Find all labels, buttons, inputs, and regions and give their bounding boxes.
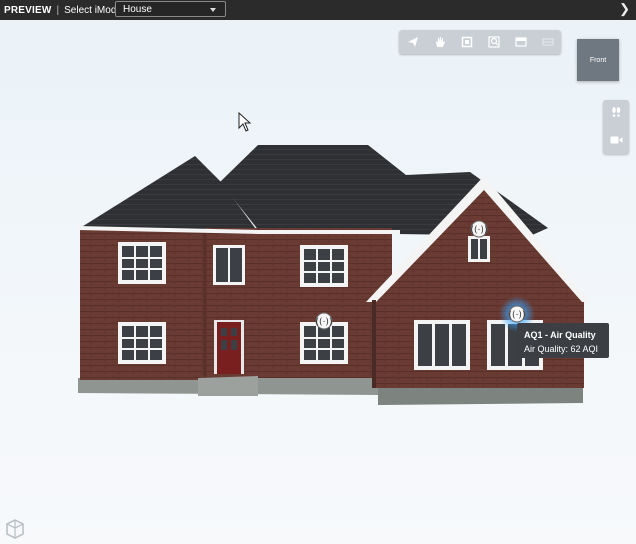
tooltip-value: Air Quality: 62 AQI: [524, 344, 599, 354]
mouse-cursor-icon: [238, 112, 252, 132]
view-cube-face-label: Front: [589, 56, 607, 64]
select-arrow-icon[interactable]: [404, 33, 422, 51]
separator: |: [56, 4, 60, 16]
imodel-select-value: House: [123, 3, 152, 15]
sensor-marker-gable[interactable]: [470, 220, 488, 238]
chevron-down-icon: [210, 8, 216, 12]
view-cube[interactable]: Front: [577, 39, 619, 81]
camera-icon[interactable]: [610, 132, 623, 150]
sensor-marker-center[interactable]: [315, 312, 333, 330]
section-icon[interactable]: [512, 33, 530, 51]
imodel-logo-icon: [6, 519, 24, 539]
fit-view-icon[interactable]: [458, 33, 476, 51]
top-bar: PREVIEW | Select iModel: House ❯: [0, 0, 636, 20]
measure-icon[interactable]: [539, 33, 557, 51]
navigation-toolbar: [399, 30, 561, 54]
imodel-select[interactable]: House: [115, 1, 226, 17]
preview-label: PREVIEW: [4, 4, 52, 16]
tooltip-title: AQ1 - Air Quality: [524, 330, 596, 340]
pan-hand-icon[interactable]: [431, 33, 449, 51]
walk-icon[interactable]: [610, 105, 622, 123]
sensor-tooltip: AQ1 - Air Quality Air Quality: 62 AQI: [517, 323, 609, 358]
camera-toolbar: [603, 100, 629, 154]
zoom-icon[interactable]: [485, 33, 503, 51]
viewport-3d[interactable]: ((·)): [0, 20, 636, 544]
chevron-right-icon[interactable]: ❯: [619, 1, 630, 17]
